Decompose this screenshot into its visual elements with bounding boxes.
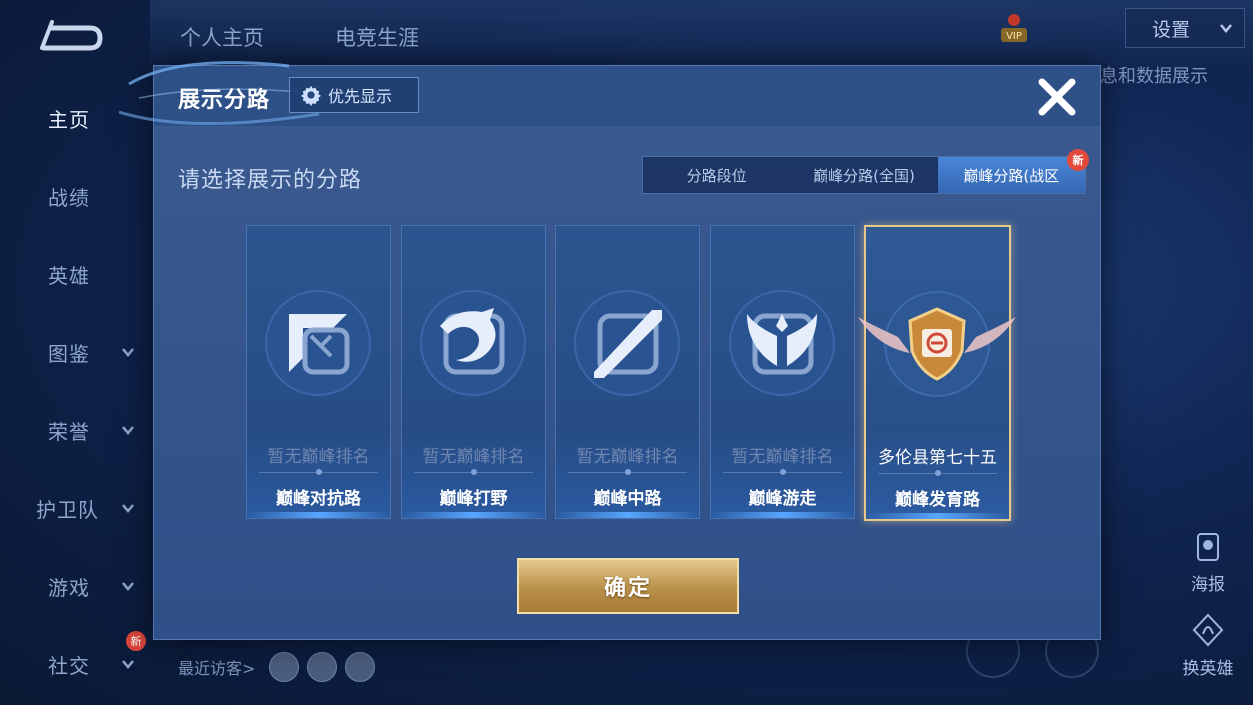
chevron-down-icon (122, 426, 134, 435)
lane-name: 巅峰中路 (593, 489, 662, 509)
jungle-dragon-icon (420, 290, 526, 396)
card-glow (866, 513, 1009, 519)
data-display-link[interactable]: 息和数据展示 (1100, 62, 1208, 88)
lane-card-clash[interactable]: 暂无巅峰排名 巅峰对抗路 (246, 225, 391, 519)
tab-peak-national[interactable]: 巅峰分路(全国) (790, 157, 937, 193)
card-divider-dot (934, 470, 941, 476)
peak-rank-text: 多伦县第七十五 (878, 448, 997, 468)
lane-name: 巅峰发育路 (895, 490, 980, 510)
card-divider-dot (779, 469, 786, 475)
visitor-avatar[interactable] (269, 652, 300, 682)
lane-card-farm[interactable]: 多伦县第七十五 巅峰发育路 (858, 225, 1016, 521)
sidebar-item-record[interactable]: 战绩 (0, 176, 150, 216)
sidebar: 主页 战绩 英雄 图鉴 荣誉 护卫队 游戏 社交 (0, 60, 150, 705)
select-lane-prompt: 请选择展示的分路 (178, 168, 363, 193)
chevron-down-icon (122, 348, 134, 357)
card-divider-dot (470, 469, 477, 475)
poster-button[interactable]: 海报 (1180, 530, 1236, 595)
recent-visitors-link[interactable]: 最近访客> (178, 655, 255, 679)
lane-card-mid[interactable]: 暂无巅峰排名 巅峰中路 (555, 225, 700, 519)
poster-label: 海报 (1191, 575, 1225, 595)
card-glow (711, 512, 854, 518)
close-icon[interactable] (1034, 74, 1080, 120)
roam-wings-icon (729, 290, 835, 396)
visitor-avatar[interactable] (307, 652, 338, 682)
priority-display-label: 优先显示 (328, 87, 393, 106)
sidebar-item-codex[interactable]: 图鉴 (0, 332, 150, 372)
gold-winged-badge-icon (858, 291, 1016, 397)
social-new-badge: 新 (126, 631, 146, 651)
modal-header: 展示分路 优先显示 (119, 61, 1100, 126)
peak-rank-text: 暂无巅峰排名 (576, 447, 679, 467)
lane-name: 巅峰对抗路 (276, 489, 361, 509)
confirm-label: 确定 (603, 576, 652, 601)
priority-display-button[interactable]: 优先显示 (289, 77, 419, 113)
sidebar-item-label: 主页 (48, 107, 90, 132)
chevron-down-icon (122, 582, 134, 591)
lane-display-modal: 展示分路 优先显示 请选择展示的分路 分路段位 巅峰分路(全国) 巅峰分路(战区… (119, 61, 1101, 640)
peak-rank-text: 暂无巅峰排名 (731, 447, 834, 467)
card-divider-dot (624, 469, 631, 475)
clash-lane-icon (265, 290, 371, 396)
new-badge: 新 (1066, 149, 1089, 171)
sidebar-item-label: 英雄 (48, 263, 90, 288)
sidebar-item-guard[interactable]: 护卫队 (0, 488, 150, 528)
settings-dropdown[interactable]: 设置 (1125, 8, 1245, 48)
peak-rank-text: 暂无巅峰排名 (422, 447, 525, 467)
tab-profile[interactable]: 个人主页 (180, 22, 264, 52)
card-glow (402, 512, 545, 518)
card-glow (247, 512, 390, 518)
chevron-down-icon (122, 504, 134, 513)
back-arrow-icon[interactable] (38, 20, 104, 56)
card-glow (556, 512, 699, 518)
change-hero-icon (1192, 613, 1224, 647)
tab-label: 巅峰分路(战区 (963, 166, 1060, 185)
tab-esports-career[interactable]: 电竞生涯 (335, 22, 419, 52)
card-divider-dot (315, 469, 322, 475)
visitor-avatar[interactable] (345, 652, 376, 682)
sidebar-item-label: 图鉴 (48, 341, 90, 366)
tab-peak-region[interactable]: 巅峰分路(战区 新 (937, 149, 1089, 193)
sidebar-item-label: 荣誉 (48, 419, 90, 444)
lane-card-roam[interactable]: 暂无巅峰排名 巅峰游走 (710, 225, 855, 519)
modal-title: 展示分路 (178, 88, 271, 113)
lane-name: 巅峰打野 (439, 489, 508, 509)
gear-icon (300, 85, 322, 106)
chevron-down-icon (122, 660, 134, 669)
sidebar-item-heroes[interactable]: 英雄 (0, 254, 150, 294)
mid-lane-icon (574, 290, 680, 396)
recent-visitors-bar: 最近访客> (178, 652, 376, 682)
change-hero-label: 换英雄 (1182, 659, 1234, 679)
vip-label: VIP (1006, 31, 1022, 42)
settings-label: 设置 (1152, 18, 1191, 41)
lane-name: 巅峰游走 (748, 489, 817, 509)
tab-label: 分路段位 (686, 166, 747, 185)
sidebar-item-game[interactable]: 游戏 (0, 566, 150, 606)
confirm-button[interactable]: 确定 (517, 558, 739, 614)
change-hero-button[interactable]: 换英雄 (1180, 612, 1236, 679)
sidebar-item-label: 护卫队 (36, 497, 99, 522)
sidebar-item-social[interactable]: 社交 (0, 644, 150, 684)
chevron-down-icon (1220, 24, 1232, 33)
vip-badge-icon[interactable]: VIP (995, 10, 1033, 46)
poster-icon (1197, 533, 1219, 561)
sidebar-item-label: 战绩 (48, 185, 90, 210)
sidebar-item-label: 游戏 (48, 575, 90, 600)
sidebar-item-honor[interactable]: 荣誉 (0, 410, 150, 450)
sidebar-item-label: 社交 (48, 653, 90, 678)
tab-label: 巅峰分路(全国) (813, 166, 915, 185)
lane-type-segmented-control: 分路段位 巅峰分路(全国) 巅峰分路(战区 新 (642, 149, 1089, 194)
tab-lane-rank[interactable]: 分路段位 (643, 157, 790, 193)
lane-card-jungle[interactable]: 暂无巅峰排名 巅峰打野 (401, 225, 546, 519)
peak-rank-text: 暂无巅峰排名 (267, 447, 370, 467)
